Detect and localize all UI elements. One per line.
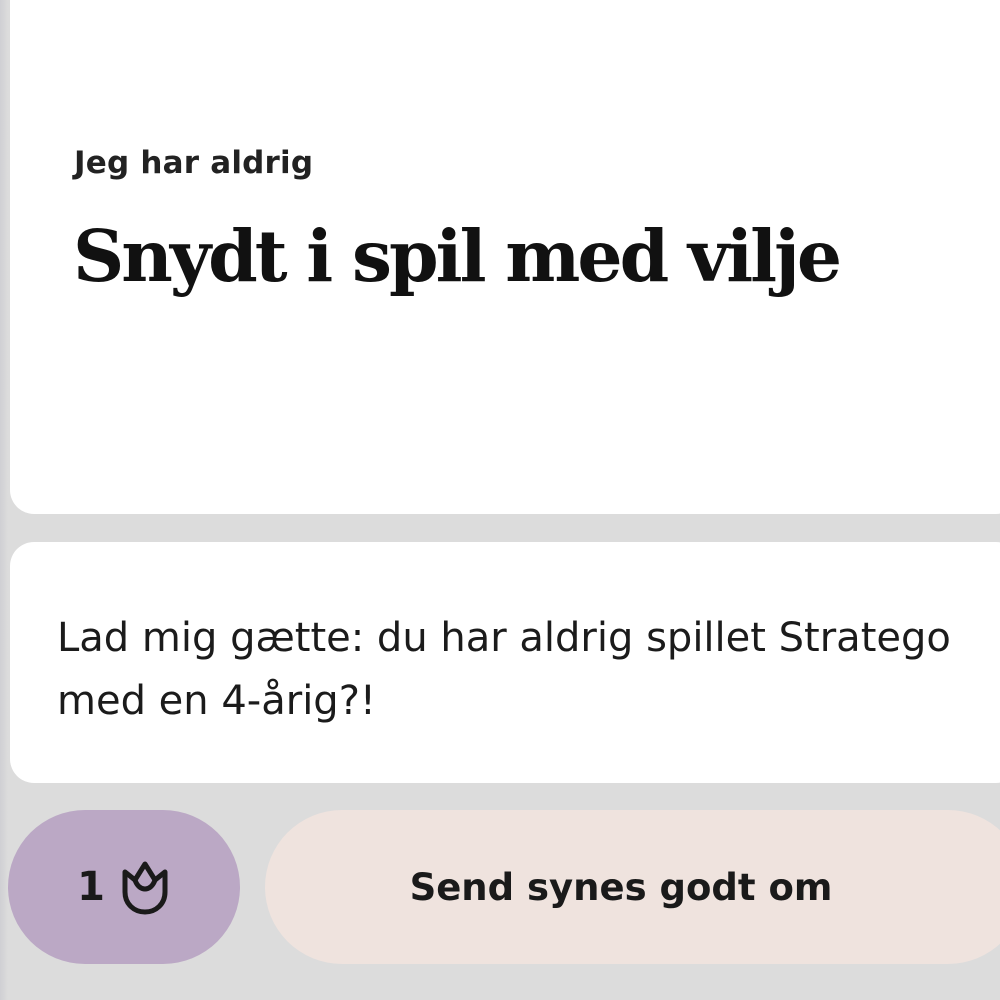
prompt-card: Jeg har aldrig Snydt i spil med vilje bbox=[10, 0, 1000, 514]
tulip-icon bbox=[119, 858, 171, 916]
answer-card: Lad mig gætte: du har aldrig spillet Str… bbox=[10, 542, 1000, 783]
send-like-button[interactable]: Send synes godt om bbox=[265, 810, 1000, 964]
like-counter-button[interactable]: 1 bbox=[8, 810, 240, 964]
screen-edge bbox=[0, 0, 8, 1000]
answer-text: Lad mig gætte: du har aldrig spillet Str… bbox=[57, 615, 951, 724]
send-like-label: Send synes godt om bbox=[409, 865, 833, 909]
prompt-label: Jeg har aldrig bbox=[74, 145, 314, 181]
like-count: 1 bbox=[77, 864, 105, 910]
prompt-statement: Snydt i spil med vilje bbox=[73, 214, 842, 298]
